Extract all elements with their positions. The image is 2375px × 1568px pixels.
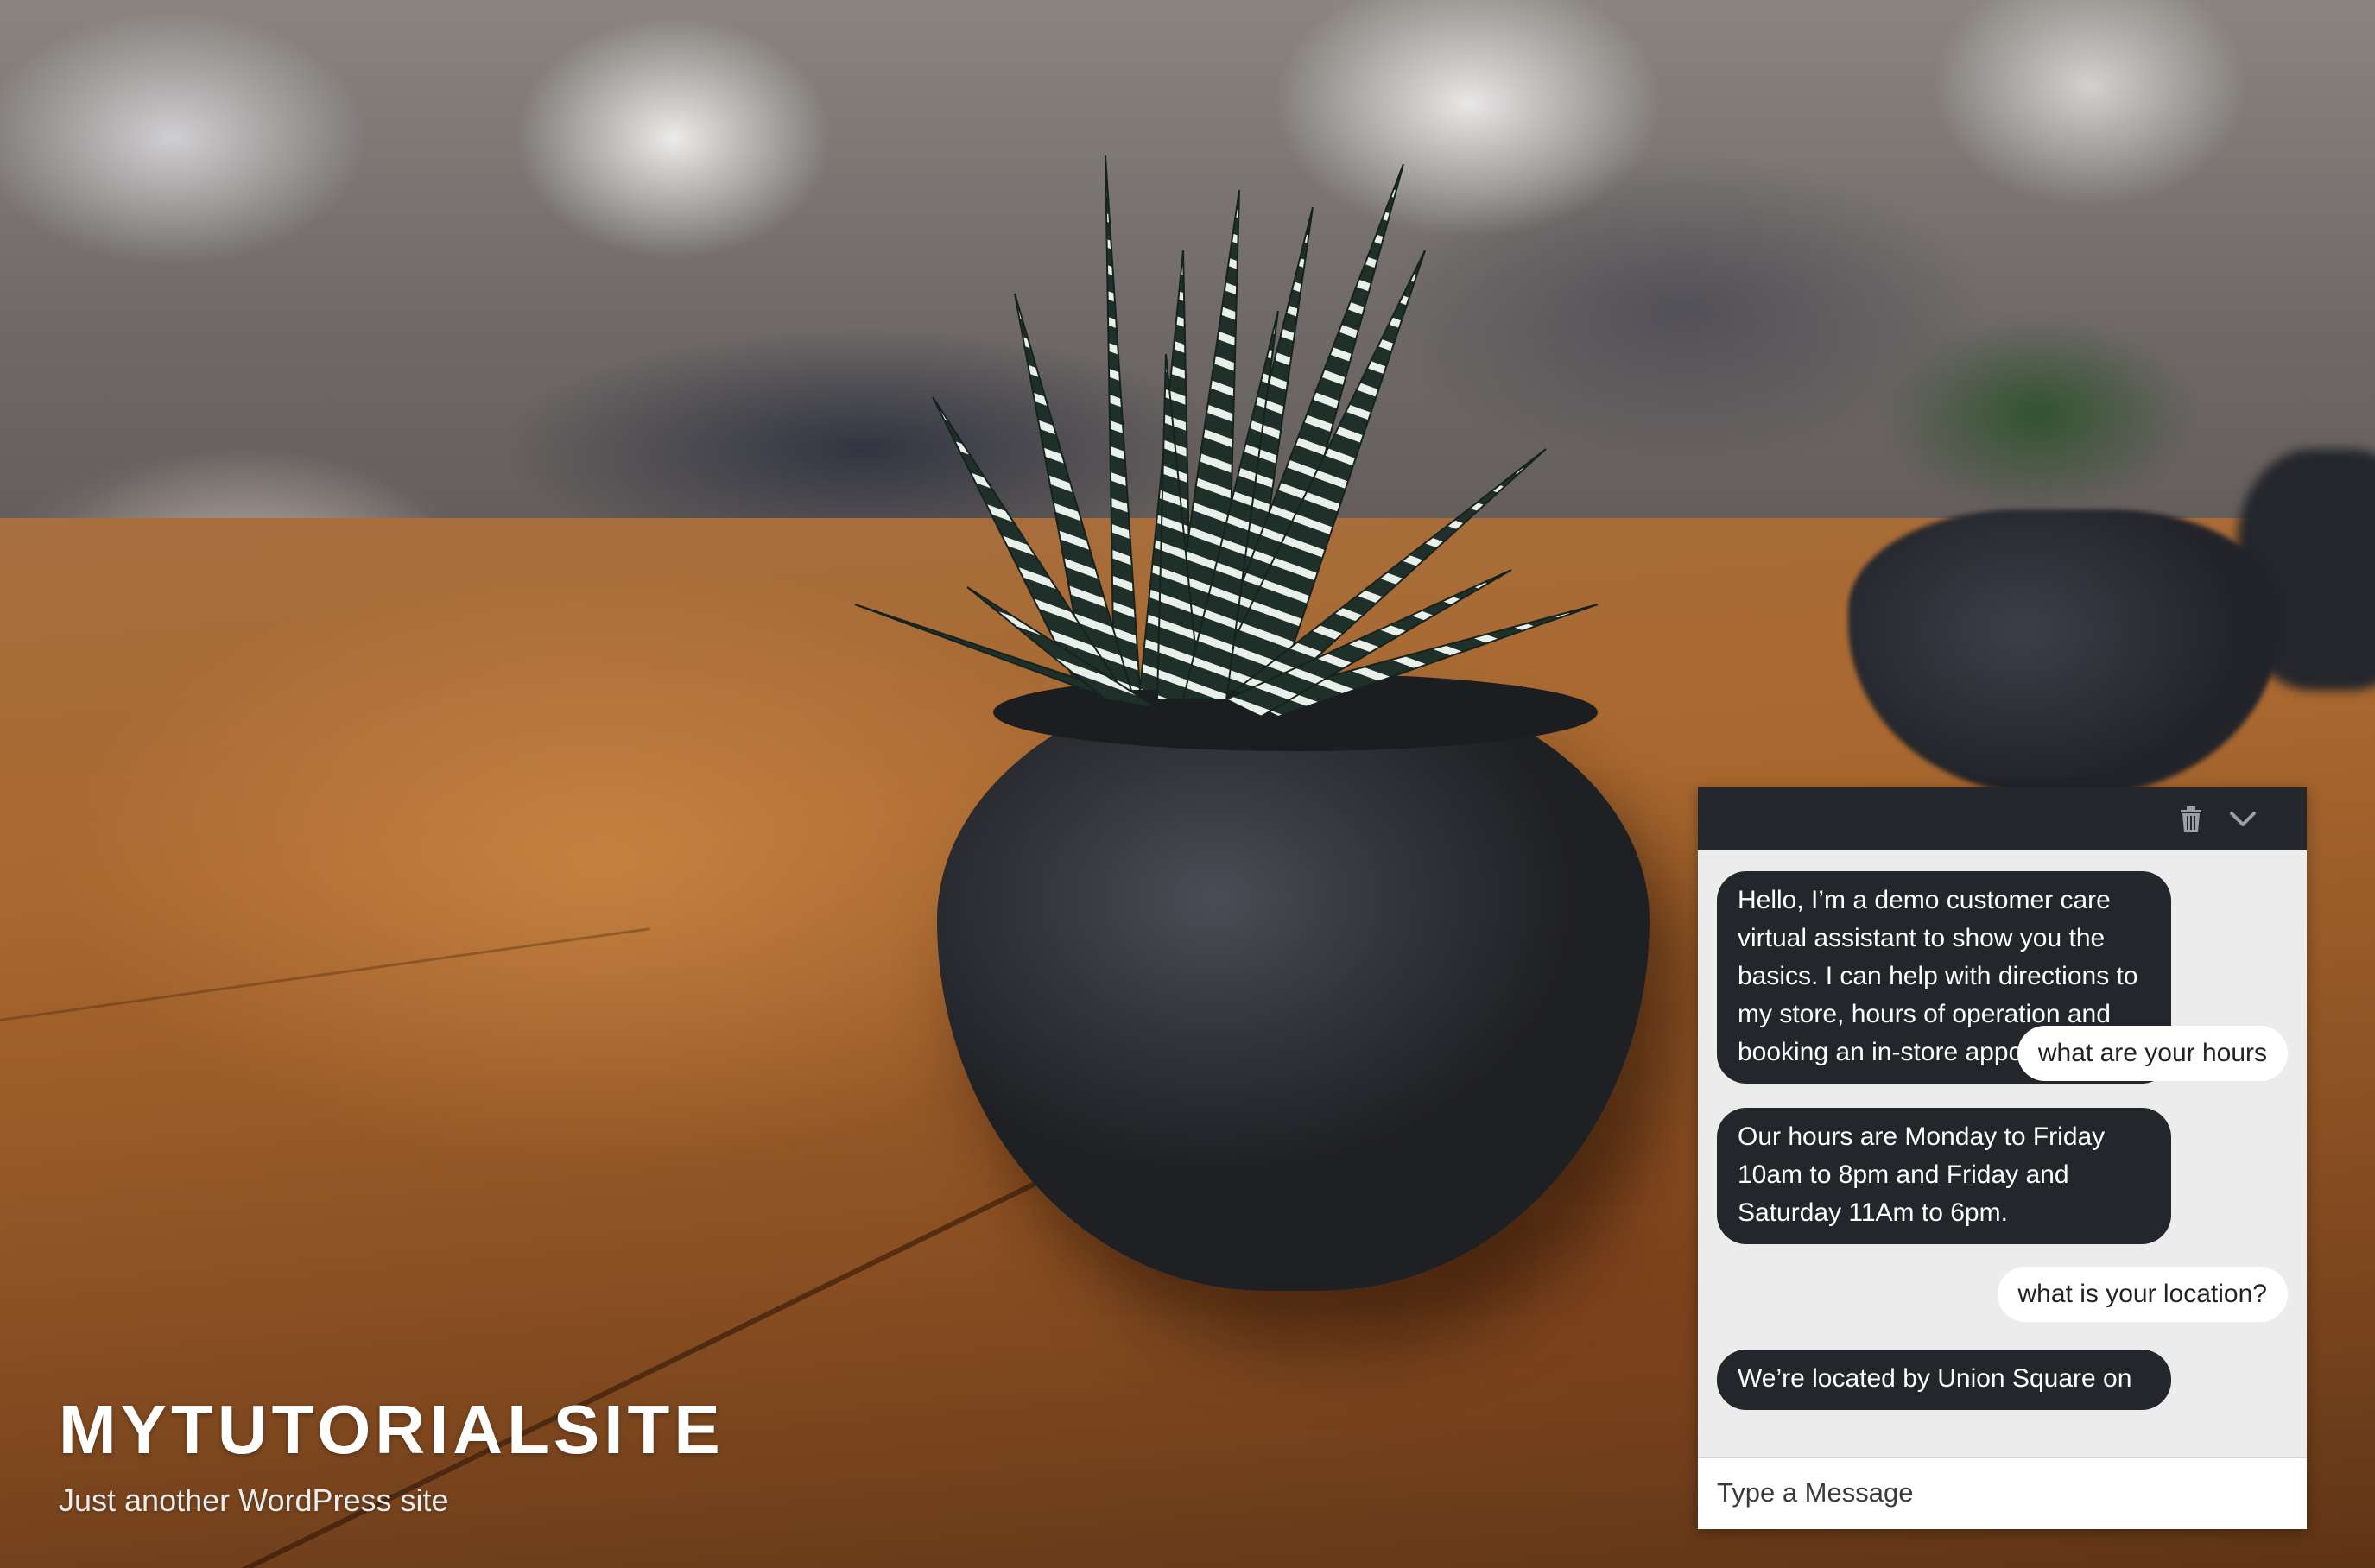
chat-input-bar: [1698, 1457, 2307, 1529]
chat-header: [1698, 787, 2307, 850]
chevron-down-icon: [2230, 812, 2256, 826]
user-message: what is your location?: [1997, 1267, 2288, 1322]
chat-messages[interactable]: Hello, I’m a demo customer care virtual …: [1698, 850, 2307, 1457]
chat-widget: Hello, I’m a demo customer care virtual …: [1698, 787, 2307, 1529]
minimize-chat-button[interactable]: [2223, 800, 2263, 839]
bot-message: Our hours are Monday to Friday 10am to 8…: [1717, 1108, 2171, 1244]
background-plant: [1796, 259, 2280, 535]
succulent-plant: [854, 155, 1599, 718]
site-tagline: Just another WordPress site: [59, 1483, 449, 1518]
bot-message: We’re located by Union Square on: [1717, 1350, 2171, 1410]
clear-chat-button[interactable]: [2171, 800, 2211, 839]
user-message: what are your hours: [2017, 1026, 2288, 1081]
trash-icon: [2181, 806, 2201, 832]
message-input[interactable]: [1713, 1470, 2299, 1515]
site-title[interactable]: MYTUTORIALSITE: [59, 1390, 725, 1470]
